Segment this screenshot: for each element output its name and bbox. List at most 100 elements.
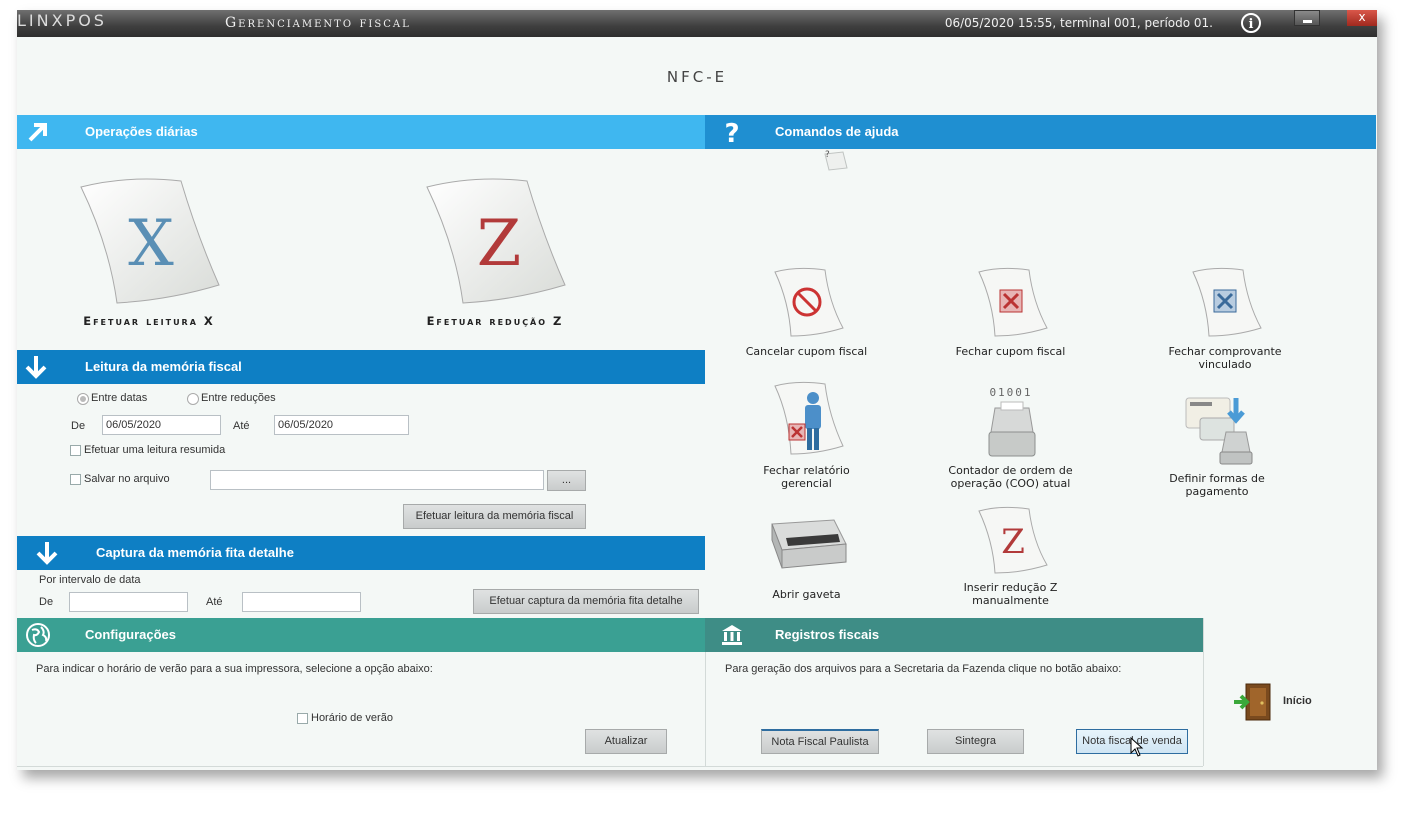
capture-to-field[interactable] — [242, 592, 361, 612]
to-date-field[interactable]: 06/05/2020 — [274, 415, 409, 435]
capture-button[interactable]: Efetuar captura da memória fita detalhe — [473, 589, 699, 614]
payment-forms-label-1: Definir formas de — [1169, 472, 1265, 485]
z-letter: Z — [477, 207, 521, 281]
manual-z-icon: Z — [977, 506, 1048, 574]
cancel-coupon-tile[interactable]: Cancelar cupom fiscal — [729, 266, 884, 358]
leitura-x-label: Efetuar leitura X — [83, 314, 215, 328]
capture-range-label: Por intervalo de data — [39, 574, 141, 586]
door-exit-icon — [1234, 683, 1271, 721]
page-title: NFC-E — [666, 68, 728, 86]
window-title: Gerenciamento fiscal — [225, 15, 411, 31]
close-coupon-label: Fechar cupom fiscal — [955, 345, 1066, 358]
capture-to-label: Até — [206, 596, 223, 608]
arrow-up-right-icon — [28, 123, 47, 142]
svg-text:?: ? — [724, 119, 739, 145]
close-coupon-tile[interactable]: Fechar cupom fiscal — [933, 266, 1088, 358]
close-report-icon — [773, 381, 844, 455]
coo-counter-tile[interactable]: 01001 Contador de ordem de operação (COO… — [933, 384, 1088, 490]
open-drawer-tile[interactable]: Abrir gaveta — [729, 510, 884, 601]
sintegra-button[interactable]: Sintegra — [927, 729, 1024, 754]
cursor-icon — [1130, 737, 1144, 757]
registros-header: Registros fiscais — [705, 618, 1203, 652]
close-voucher-tile[interactable]: Fechar comprovante vinculado — [1145, 266, 1305, 371]
info-icon[interactable]: i — [1241, 13, 1261, 33]
file-path-field[interactable] — [210, 470, 544, 490]
x-letter: X — [128, 207, 174, 281]
manual-z-letter: Z — [1001, 522, 1025, 562]
dst-checkbox[interactable] — [297, 713, 308, 724]
to-label: Até — [233, 420, 250, 432]
panel-divider — [17, 766, 1203, 767]
close-coupon-icon — [977, 267, 1048, 337]
leitura-x-tile[interactable]: X Efetuar leitura X — [59, 175, 239, 328]
coo-counter-label-1: Contador de ordem de — [948, 464, 1073, 477]
config-text: Para indicar o horário de verão para a s… — [36, 663, 433, 675]
close-voucher-label-1: Fechar comprovante — [1168, 345, 1282, 358]
daily-ops-header: Operações diárias — [17, 115, 705, 149]
question-icon: ? — [724, 119, 739, 145]
manual-z-label-2: manualmente — [972, 594, 1049, 607]
radio-entre-datas[interactable] — [77, 393, 89, 405]
memory-read-button[interactable]: Efetuar leitura da memória fiscal — [403, 504, 586, 529]
reducao-z-tile[interactable]: Z Efetuar redução Z — [395, 175, 595, 328]
leitura-x-icon: X — [80, 178, 220, 304]
arrow-down-icon — [36, 542, 58, 565]
memory-title: Leitura da memória fiscal — [85, 359, 242, 374]
inicio-button[interactable]: Início — [1232, 680, 1342, 724]
config-title: Configurações — [85, 627, 177, 642]
svg-text:?: ? — [825, 150, 830, 160]
from-label: De — [71, 420, 86, 432]
coo-counter-label-2: operação (COO) atual — [950, 477, 1071, 490]
payment-forms-label-2: pagamento — [1185, 485, 1249, 498]
browse-button[interactable]: ... — [547, 470, 586, 491]
manual-z-tile[interactable]: Z Inserir redução Z manualmente — [933, 505, 1088, 607]
summary-label: Efetuar uma leitura resumida — [84, 444, 226, 456]
close-voucher-label-2: vinculado — [1198, 358, 1252, 371]
close-report-tile[interactable]: Fechar relatório gerencial — [729, 380, 884, 490]
daily-ops-title: Operações diárias — [85, 124, 198, 139]
help-note-icon: ? — [824, 150, 848, 171]
memory-header: Leitura da memória fiscal — [17, 350, 705, 384]
coo-counter-text: 01001 — [989, 386, 1032, 399]
radio-entre-reducoes[interactable] — [187, 393, 199, 405]
app-logo: LINXPOS — [17, 11, 107, 30]
reducao-z-icon: Z — [426, 178, 566, 304]
title-bar: LINXPOS Gerenciamento fiscal 06/05/2020 … — [17, 10, 1377, 37]
config-header: Configurações — [17, 618, 705, 652]
panel-divider — [1203, 618, 1204, 766]
manual-z-label-1: Inserir redução Z — [963, 581, 1058, 594]
help-title: Comandos de ajuda — [775, 124, 899, 139]
inicio-label: Início — [1283, 695, 1312, 707]
update-button[interactable]: Atualizar — [585, 729, 667, 754]
payment-forms-icon — [1185, 397, 1253, 465]
cash-drawer-icon — [770, 519, 847, 569]
arrow-down-icon — [25, 356, 47, 379]
cancel-coupon-label: Cancelar cupom fiscal — [745, 345, 868, 358]
app-window: LINXPOS Gerenciamento fiscal 06/05/2020 … — [17, 10, 1377, 770]
printer-counter-icon: 01001 — [988, 386, 1035, 457]
radio-entre-reducoes-label: Entre reduções — [201, 392, 276, 404]
close-report-label-1: Fechar relatório — [763, 464, 850, 477]
from-date-field[interactable]: 06/05/2020 — [102, 415, 221, 435]
cancel-coupon-icon — [773, 267, 844, 337]
radio-entre-datas-label: Entre datas — [91, 392, 148, 404]
registros-text: Para geração dos arquivos para a Secreta… — [725, 663, 1122, 675]
save-file-label: Salvar no arquivo — [84, 473, 170, 485]
summary-checkbox[interactable] — [70, 445, 81, 456]
reducao-z-label: Efetuar redução Z — [426, 314, 564, 328]
capture-from-label: De — [39, 596, 54, 608]
dst-label: Horário de verão — [311, 712, 393, 724]
close-button[interactable]: x — [1347, 10, 1377, 26]
minimize-button[interactable] — [1294, 10, 1320, 26]
save-file-checkbox[interactable] — [70, 474, 81, 485]
close-report-label-2: gerencial — [781, 477, 832, 490]
nota-paulista-button[interactable]: Nota Fiscal Paulista — [761, 729, 879, 754]
capture-title: Captura da memória fita detalhe — [96, 545, 294, 560]
open-drawer-label: Abrir gaveta — [772, 588, 841, 601]
capture-from-field[interactable] — [69, 592, 188, 612]
capture-header: Captura da memória fita detalhe — [17, 536, 705, 570]
registros-title: Registros fiscais — [775, 627, 880, 642]
panel-divider — [705, 652, 706, 767]
status-text: 06/05/2020 15:55, terminal 001, período … — [944, 16, 1213, 30]
payment-forms-tile[interactable]: Definir formas de pagamento — [1137, 388, 1297, 498]
